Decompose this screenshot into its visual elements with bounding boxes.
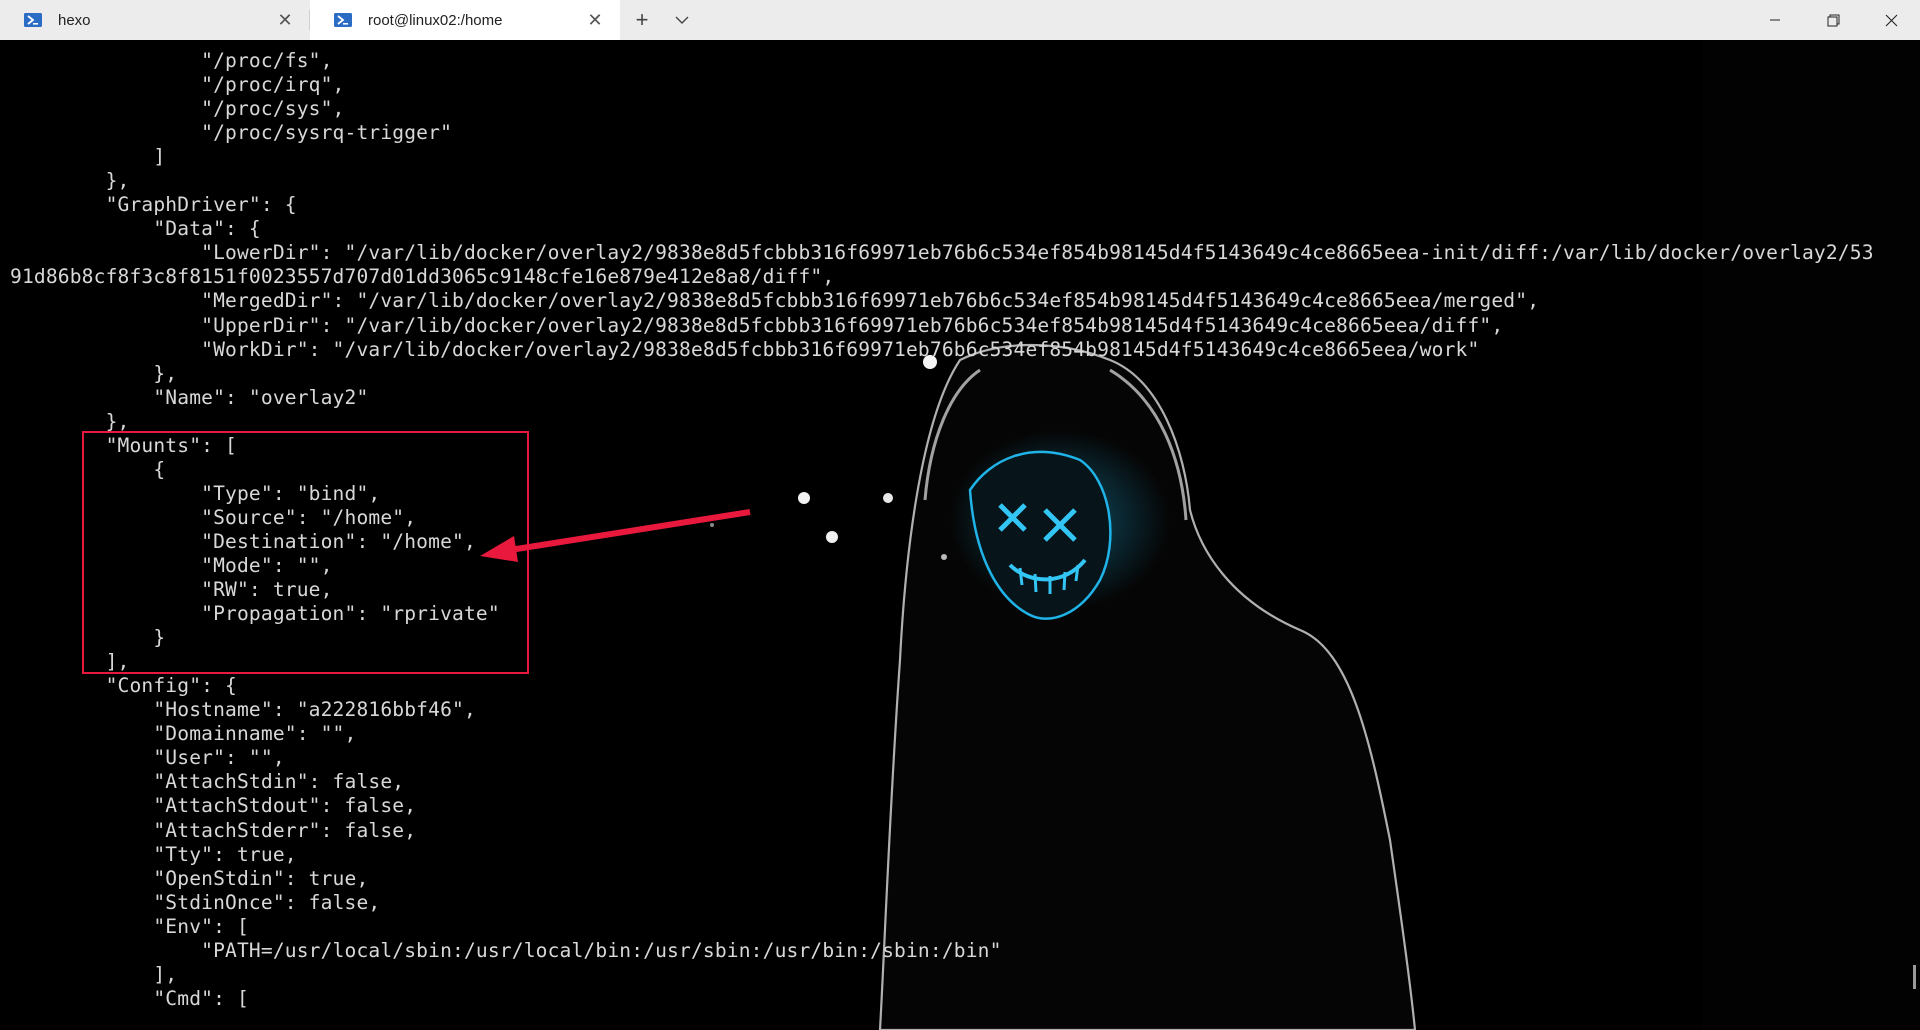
minimize-button[interactable] <box>1746 0 1804 40</box>
mounts-highlight-box <box>82 431 529 674</box>
terminal-line: ], <box>10 962 178 986</box>
terminal-line: "StdinOnce": false, <box>10 890 381 914</box>
terminal-line: "Tty": true, <box>10 842 297 866</box>
tab-dropdown-button[interactable] <box>664 0 700 40</box>
tab-hexo[interactable]: hexo ✕ <box>0 0 310 40</box>
terminal-line: "/proc/fs", <box>10 49 333 72</box>
terminal-line: "Data": { <box>10 217 261 241</box>
terminal-line: "/proc/sysrq-trigger" <box>10 121 453 145</box>
terminal-line: "/proc/irq", <box>10 73 345 97</box>
close-icon <box>1885 14 1897 26</box>
terminal-line: 91d86b8cf8f3c8f8151f0023557d707d01dd3065… <box>10 265 835 289</box>
restore-button[interactable] <box>1804 0 1862 40</box>
terminal-line: "MergedDir": "/var/lib/docker/overlay2/9… <box>10 289 1540 313</box>
restore-icon <box>1827 14 1839 26</box>
minimize-icon <box>1770 19 1780 21</box>
terminal-line: "OpenStdin": true, <box>10 866 369 890</box>
terminal-line: }, <box>10 169 130 193</box>
terminal-line: "User": "", <box>10 746 285 770</box>
new-tab-button[interactable]: + <box>620 0 664 40</box>
terminal-line: ] <box>10 145 166 169</box>
close-window-button[interactable] <box>1862 0 1920 40</box>
scrollbar-thumb[interactable] <box>1913 965 1916 989</box>
terminal-line: "GraphDriver": { <box>10 193 297 217</box>
window-controls <box>1746 0 1920 40</box>
terminal-pane[interactable]: "/proc/fs", "/proc/irq", "/proc/sys", "/… <box>0 40 1920 1030</box>
terminal-line: "AttachStderr": false, <box>10 818 417 842</box>
terminal-line: "AttachStdin": false, <box>10 770 405 794</box>
terminal-line: "WorkDir": "/var/lib/docker/overlay2/983… <box>10 337 1480 361</box>
terminal-line: "AttachStdout": false, <box>10 794 417 818</box>
terminal-line: "UpperDir": "/var/lib/docker/overlay2/98… <box>10 313 1504 337</box>
close-tab-icon[interactable]: ✕ <box>584 9 606 31</box>
terminal-line: }, <box>10 361 178 385</box>
terminal-line: "Cmd": [ <box>10 986 249 1010</box>
tab-label: root@linux02:/home <box>368 11 503 29</box>
terminal-line: "Name": "overlay2" <box>10 385 369 409</box>
terminal-line: "LowerDir": "/var/lib/docker/overlay2/98… <box>10 241 1874 265</box>
terminal-line: "Domainname": "", <box>10 722 357 746</box>
powershell-icon <box>24 13 42 27</box>
terminal-line: "Env": [ <box>10 914 249 938</box>
tab-label: hexo <box>58 11 91 29</box>
tab-bar: hexo ✕ root@linux02:/home ✕ + <box>0 0 1920 40</box>
tab-root-linux02[interactable]: root@linux02:/home ✕ <box>310 0 620 40</box>
terminal-line: "PATH=/usr/local/sbin:/usr/local/bin:/us… <box>10 938 1002 962</box>
terminal-line: "Config": { <box>10 674 237 698</box>
powershell-icon <box>334 13 352 27</box>
terminal-line: "Hostname": "a222816bbf46", <box>10 698 476 722</box>
annotation-arrow <box>480 509 751 562</box>
chevron-down-icon <box>675 16 689 24</box>
terminal-line: "/proc/sys", <box>10 97 345 121</box>
close-tab-icon[interactable]: ✕ <box>274 9 296 31</box>
